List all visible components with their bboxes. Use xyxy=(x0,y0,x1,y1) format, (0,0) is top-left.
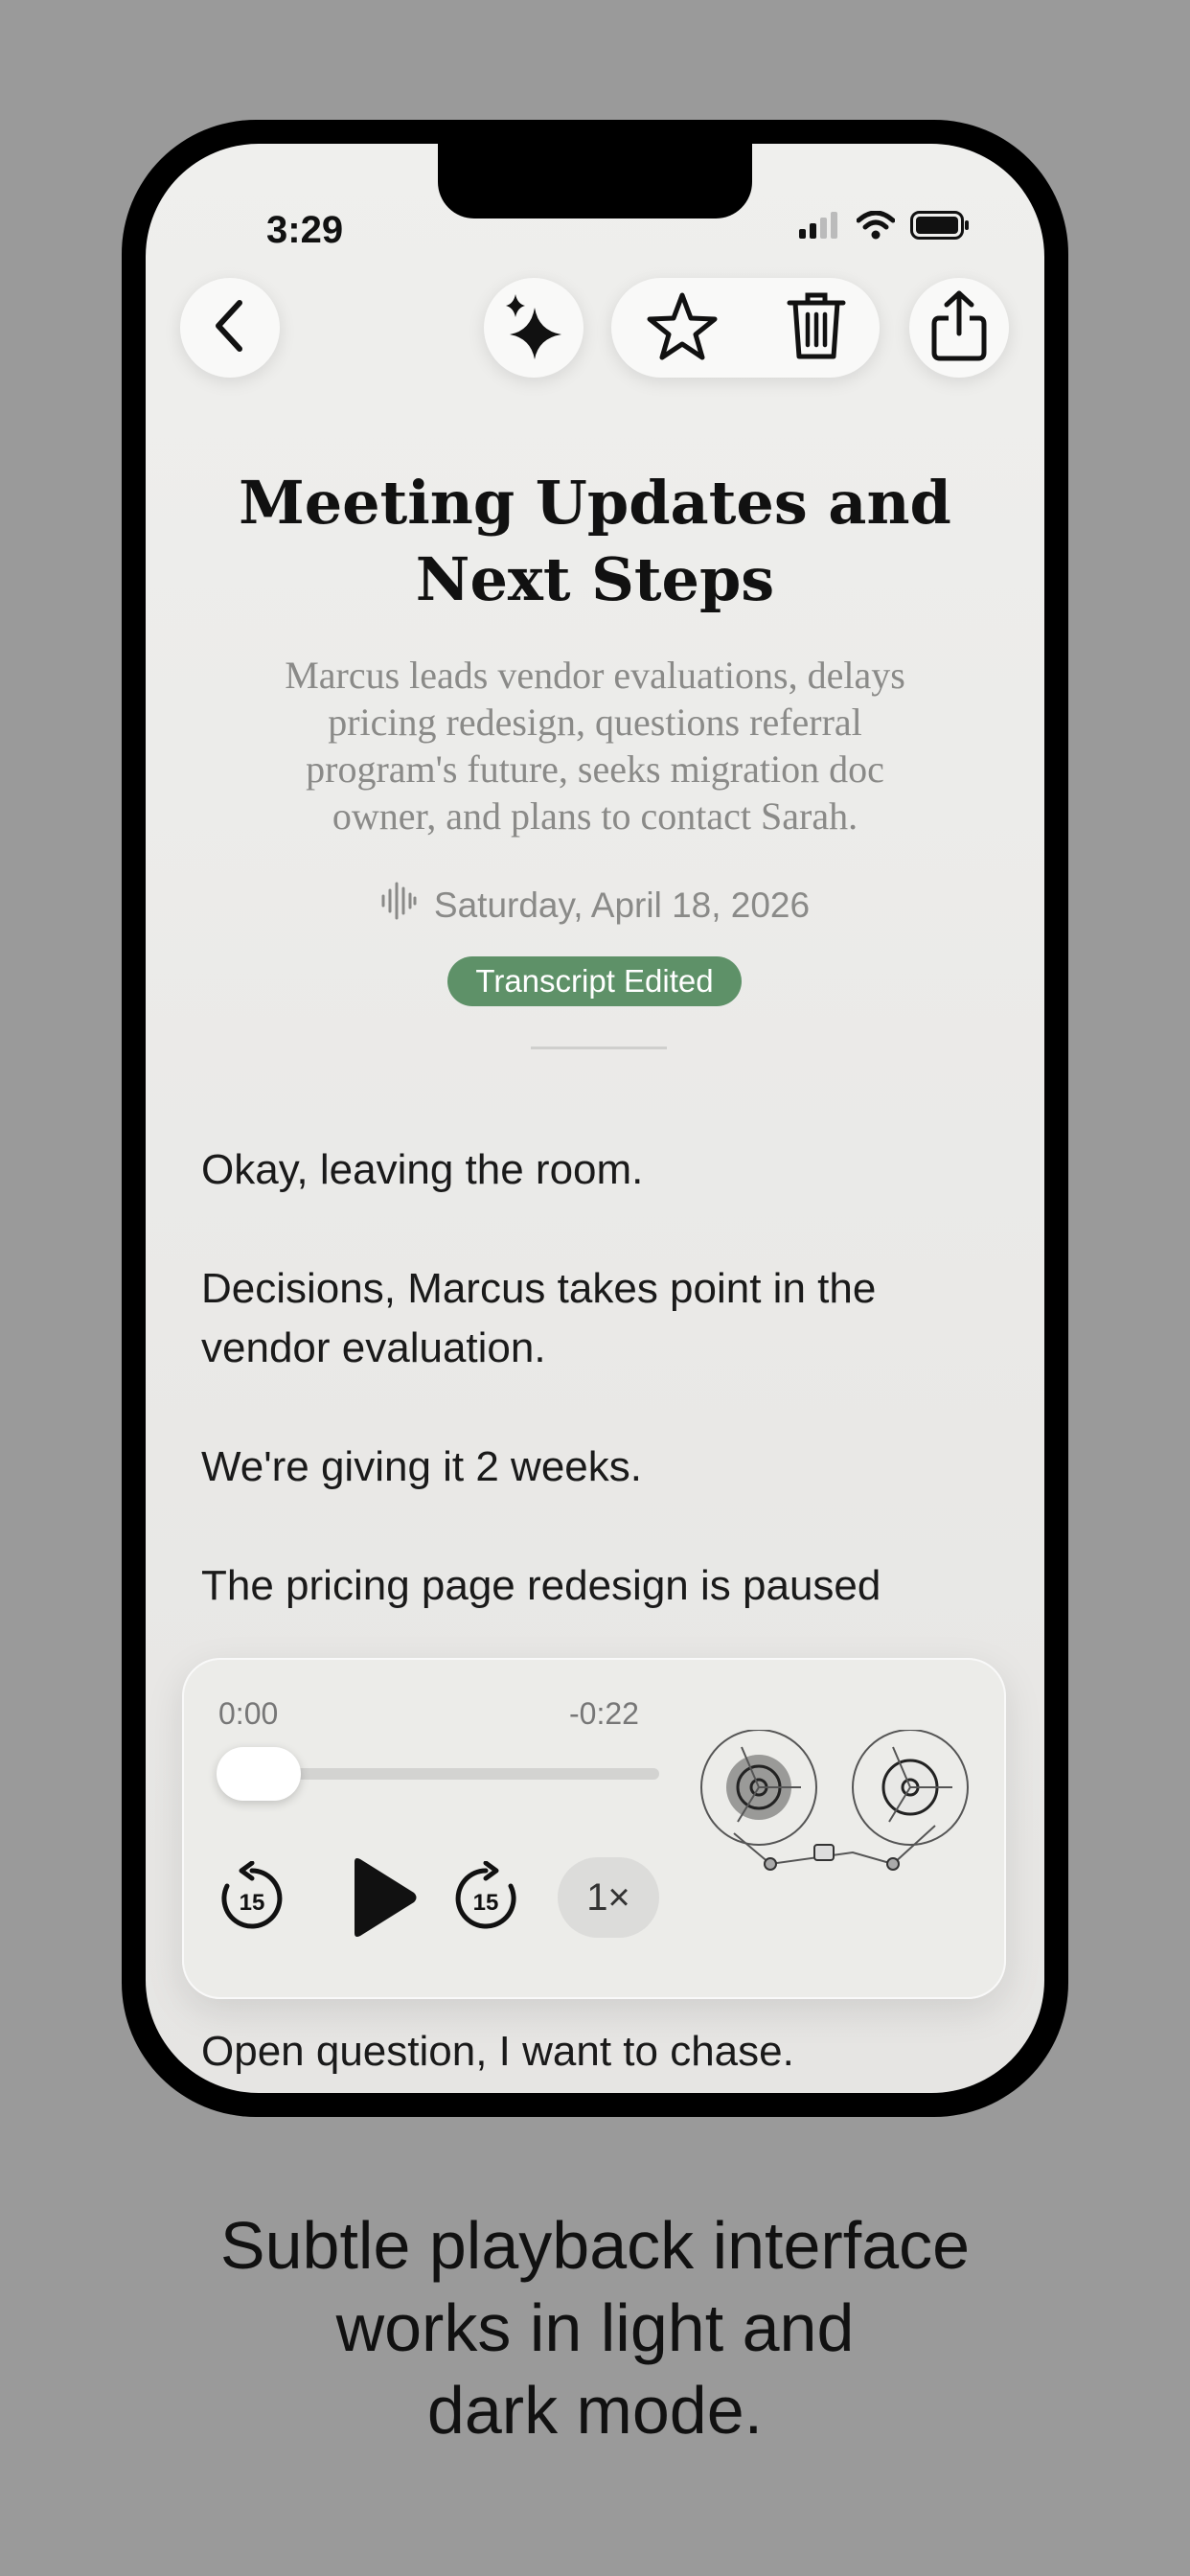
playback-speed-button[interactable]: 1× xyxy=(558,1857,659,1938)
title-line: Meeting Updates and xyxy=(239,468,951,538)
phone-frame: 3:29 Meeting Updates and Next Steps Marc… xyxy=(122,120,1068,2117)
favorite-delete-group xyxy=(611,278,880,378)
battery-icon xyxy=(910,211,970,244)
marketing-caption: Subtle playback interface works in light… xyxy=(0,2204,1190,2451)
share-icon xyxy=(929,289,989,367)
title-line: Next Steps xyxy=(415,544,775,614)
summary-line: Marcus leads vendor evaluations, delays xyxy=(285,654,905,697)
notch xyxy=(438,144,752,218)
status-time: 3:29 xyxy=(266,209,344,251)
status-badge: Transcript Edited xyxy=(447,956,742,1006)
cellular-signal-icon xyxy=(799,212,841,243)
recording-date: Saturday, April 18, 2026 xyxy=(433,885,811,925)
skip-forward-seconds: 15 xyxy=(472,1890,499,1916)
transcript-paragraph: Okay, leaving the room. xyxy=(201,1146,644,1193)
sparkles-icon xyxy=(502,292,565,364)
recording-date-row: Saturday, April 18, 2026 xyxy=(146,882,1044,929)
favorite-button[interactable] xyxy=(646,291,719,365)
ai-summary-button[interactable] xyxy=(484,278,584,378)
transcript-paragraph: Decisions, Marcus takes point in the ven… xyxy=(201,1259,996,1378)
caption-line: works in light and xyxy=(335,2290,855,2365)
tape-reels-icon xyxy=(699,1729,977,1898)
app-screen: 3:29 Meeting Updates and Next Steps Marc… xyxy=(146,144,1044,2093)
caption-line: dark mode. xyxy=(426,2373,764,2448)
transcript-paragraph: Open question, I want to chase. xyxy=(201,2028,794,2075)
play-button[interactable] xyxy=(335,1850,431,1945)
delete-button[interactable] xyxy=(787,289,846,367)
note-title: Meeting Updates and Next Steps xyxy=(203,465,987,618)
scrubber-thumb[interactable] xyxy=(217,1747,301,1801)
caption-line: Subtle playback interface xyxy=(219,2208,971,2283)
note-summary: Marcus leads vendor evaluations, delays … xyxy=(232,652,958,840)
summary-line: owner, and plans to contact Sarah. xyxy=(332,794,858,838)
summary-line: program's future, seeks migration doc xyxy=(306,748,884,791)
divider xyxy=(531,1046,667,1049)
wifi-icon xyxy=(856,210,896,244)
skip-forward-button[interactable]: 15 xyxy=(452,1861,519,1934)
transcript-line: vendor evaluation. xyxy=(201,1324,546,1371)
trash-icon xyxy=(787,292,845,358)
transcript-paragraph: We're giving it 2 weeks. xyxy=(201,1443,643,1490)
skip-back-seconds: 15 xyxy=(239,1890,265,1916)
transcript-line: Decisions, Marcus takes point in the xyxy=(201,1265,877,1312)
remaining-time: -0:22 xyxy=(569,1696,639,1731)
play-icon xyxy=(355,1858,417,1937)
back-button[interactable] xyxy=(180,278,280,378)
transcript-body: Okay, leaving the room. Decisions, Marcu… xyxy=(201,1140,996,1675)
skip-back-button[interactable]: 15 xyxy=(218,1861,286,1934)
status-icons xyxy=(799,210,970,244)
elapsed-time: 0:00 xyxy=(218,1696,279,1731)
audio-player: 0:00 -0:22 15 15 1× xyxy=(182,1658,1006,1999)
star-icon xyxy=(647,292,717,359)
waveform-icon xyxy=(380,882,417,929)
summary-line: pricing redesign, questions referral xyxy=(328,701,862,744)
share-button[interactable] xyxy=(909,278,1009,378)
back-chevron-icon xyxy=(211,299,249,357)
transcript-paragraph: The pricing page redesign is paused xyxy=(201,1562,881,1609)
